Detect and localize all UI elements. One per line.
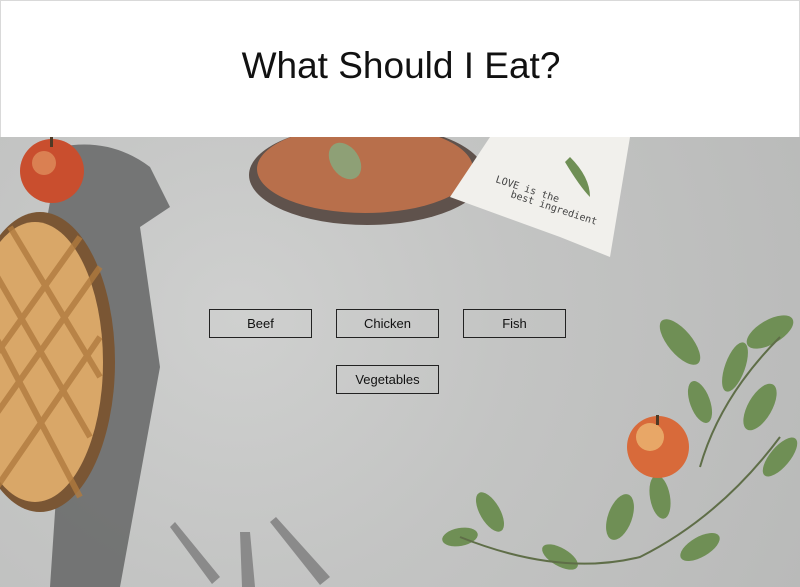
chicken-button[interactable]: Chicken	[336, 309, 439, 338]
vegetables-button[interactable]: Vegetables	[336, 365, 439, 394]
fish-button[interactable]: Fish	[463, 309, 566, 338]
page-title: What Should I Eat?	[241, 45, 561, 86]
forks	[170, 517, 330, 587]
beef-button[interactable]: Beef	[209, 309, 312, 338]
page-header: What Should I Eat?	[0, 0, 800, 138]
food-background: LOVE is the best ingredient Beef Chicken…	[0, 137, 800, 587]
green-leaves	[442, 315, 798, 570]
apple-bottom-right	[627, 415, 689, 478]
plate-illustration	[249, 137, 485, 225]
tabletop-illustration: LOVE is the best ingredient	[0, 137, 798, 587]
